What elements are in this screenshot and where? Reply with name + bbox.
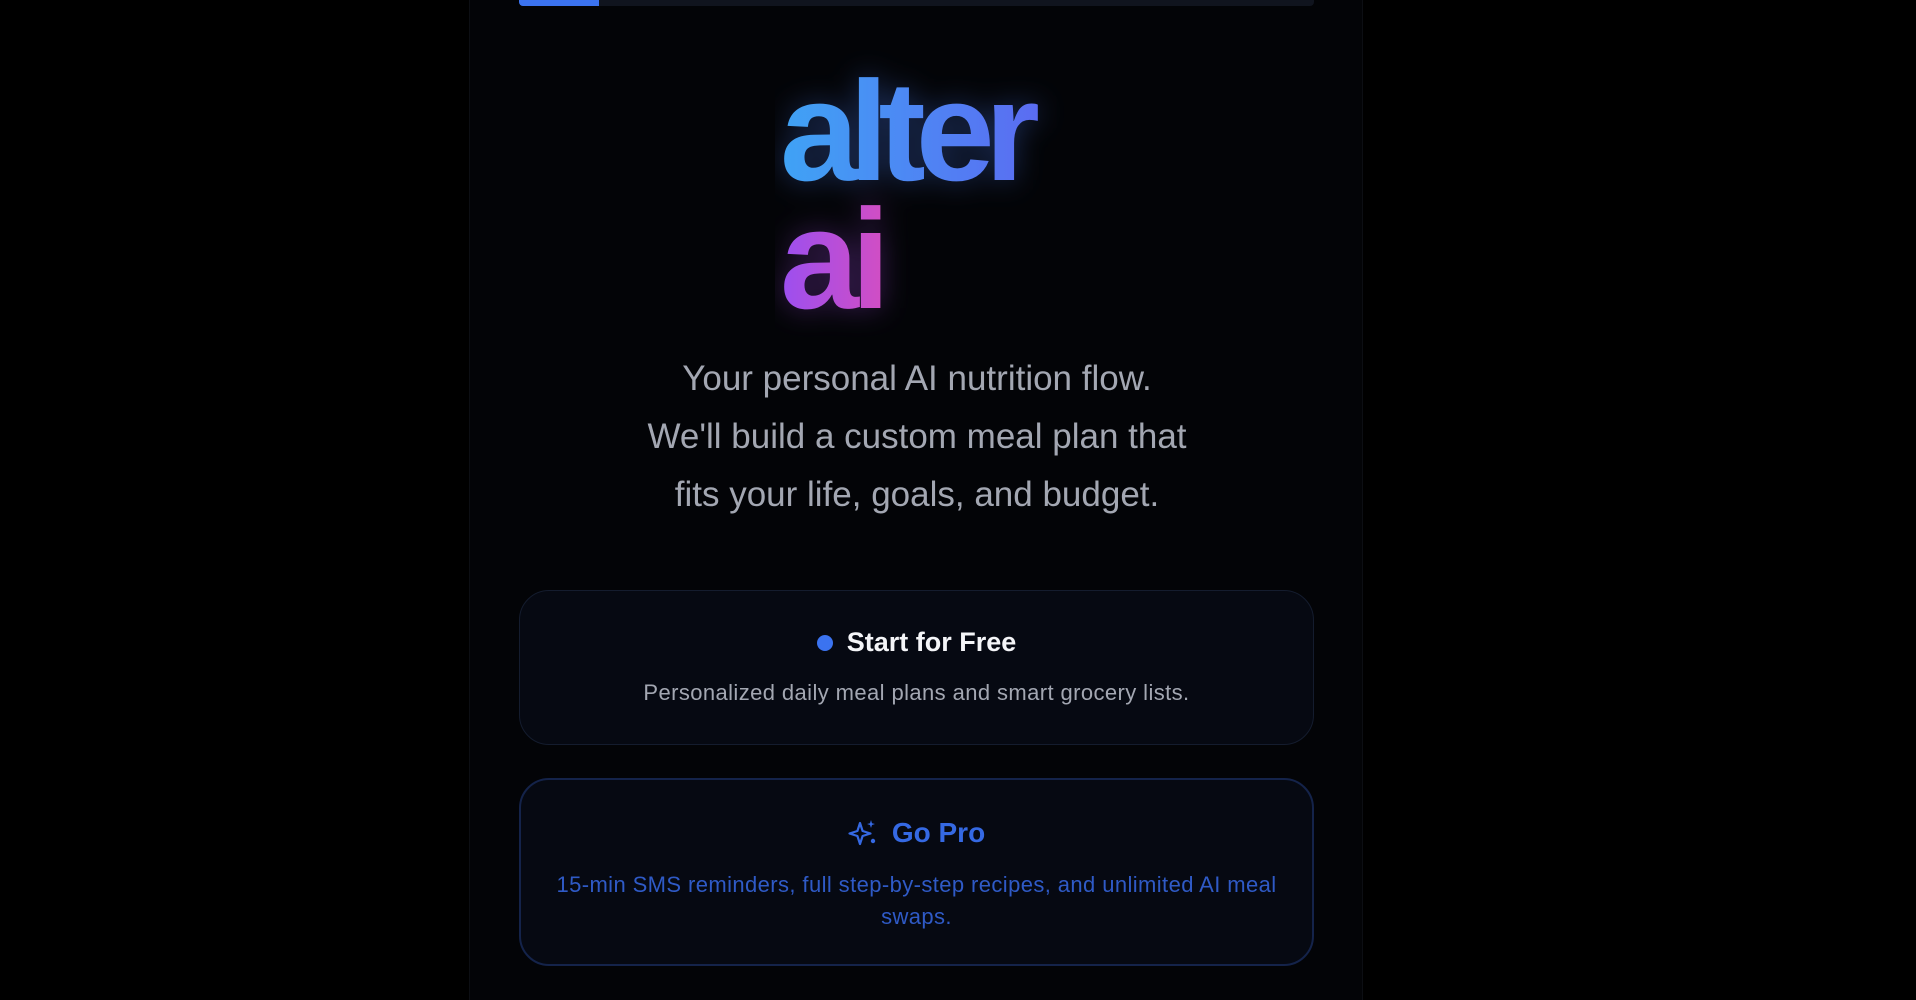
pro-plan-header: Go Pro xyxy=(521,817,1312,849)
free-plan-header: Start for Free xyxy=(520,627,1313,658)
progress-bar-fill xyxy=(519,0,599,6)
progress-bar xyxy=(519,0,1314,6)
page: alter ai alter ai Your personal AI nutri… xyxy=(0,0,1916,1000)
onboarding-panel: alter ai alter ai Your personal AI nutri… xyxy=(469,0,1363,1000)
dot-icon xyxy=(816,634,833,651)
tagline-line-1: Your personal AI nutrition flow. xyxy=(682,359,1152,398)
tagline-line-2: We'll build a custom meal plan that xyxy=(647,417,1187,456)
free-plan-title: Start for Free xyxy=(846,627,1017,657)
tagline: Your personal AI nutrition flow. We'll b… xyxy=(470,350,1364,524)
free-plan-description: Personalized daily meal plans and smart … xyxy=(643,680,1190,705)
tagline-line-3: fits your life, goals, and budget. xyxy=(674,475,1160,514)
sparkles-icon xyxy=(848,818,878,848)
pro-plan-description: 15-min SMS reminders, full step-by-step … xyxy=(556,872,1277,929)
alter-ai-logo: alter ai alter ai xyxy=(775,50,1135,340)
go-pro-option[interactable]: Go Pro 15-min SMS reminders, full step-b… xyxy=(519,778,1314,966)
pro-plan-title: Go Pro xyxy=(891,817,986,848)
logo-word-ai: ai xyxy=(780,180,882,339)
start-for-free-option[interactable]: Start for Free Personalized daily meal p… xyxy=(519,590,1314,745)
